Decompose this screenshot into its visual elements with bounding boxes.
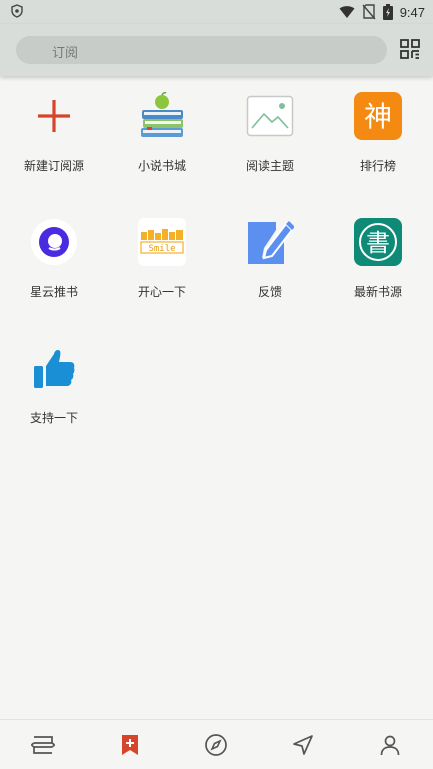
svg-text:書: 書 (366, 229, 390, 257)
person-icon[interactable] (378, 733, 402, 757)
tile-label: 排行榜 (359, 159, 396, 173)
shield-icon (11, 4, 23, 18)
thumbs-up-icon (34, 350, 75, 388)
tile-new-source[interactable]: 新建订阅源 (0, 88, 108, 198)
tile-label: 反馈 (257, 285, 282, 299)
nebula-icon (31, 219, 77, 265)
shen-character-icon: 神 (354, 92, 402, 140)
no-sim-icon (362, 4, 376, 20)
tile-label: 小说书城 (137, 159, 186, 173)
tile-label: 星云推书 (29, 285, 78, 299)
compass-icon[interactable] (204, 733, 228, 757)
image-placeholder-icon (246, 95, 294, 137)
shu-character-icon: 書 (354, 218, 402, 266)
tile-feedback[interactable]: 反馈 (216, 214, 324, 324)
tile-novel-store[interactable]: 小说书城 (108, 88, 216, 198)
tile-label: 支持一下 (29, 411, 78, 425)
bookshelf-icon[interactable] (31, 733, 55, 757)
bottom-nav (0, 719, 433, 769)
status-bar: 9:47 (0, 0, 433, 24)
tile-label: 最新书源 (353, 285, 402, 299)
navigation-arrow-icon[interactable] (291, 733, 315, 757)
tile-reading-theme[interactable]: 阅读主题 (216, 88, 324, 198)
bookmark-plus-icon[interactable] (118, 733, 142, 757)
tile-label: 新建订阅源 (23, 159, 84, 173)
svg-text:Smile: Smile (148, 244, 175, 254)
search-placeholder: 订阅 (52, 46, 79, 61)
tile-label: 阅读主题 (245, 159, 294, 173)
battery-charging-icon (382, 4, 393, 20)
tile-label: 开心一下 (137, 285, 186, 299)
books-apple-icon (141, 92, 183, 137)
svg-text:神: 神 (364, 100, 392, 133)
qr-scan-icon[interactable] (399, 38, 421, 60)
edit-note-icon (248, 221, 294, 264)
search-input[interactable]: 订阅 (16, 36, 387, 64)
top-bar: 订阅 (0, 24, 433, 76)
tile-latest-sources[interactable]: 書 最新书源 (324, 214, 432, 324)
wifi-icon (339, 6, 355, 18)
plus-icon (38, 100, 70, 132)
tile-support[interactable]: 支持一下 (0, 340, 108, 450)
status-time: 9:47 (399, 4, 425, 20)
tile-nebula-books[interactable]: 星云推书 (0, 214, 108, 324)
tile-smile[interactable]: Smile 开心一下 (108, 214, 216, 324)
smile-icon: Smile (138, 218, 186, 266)
tile-ranking[interactable]: 神 排行榜 (324, 88, 432, 198)
